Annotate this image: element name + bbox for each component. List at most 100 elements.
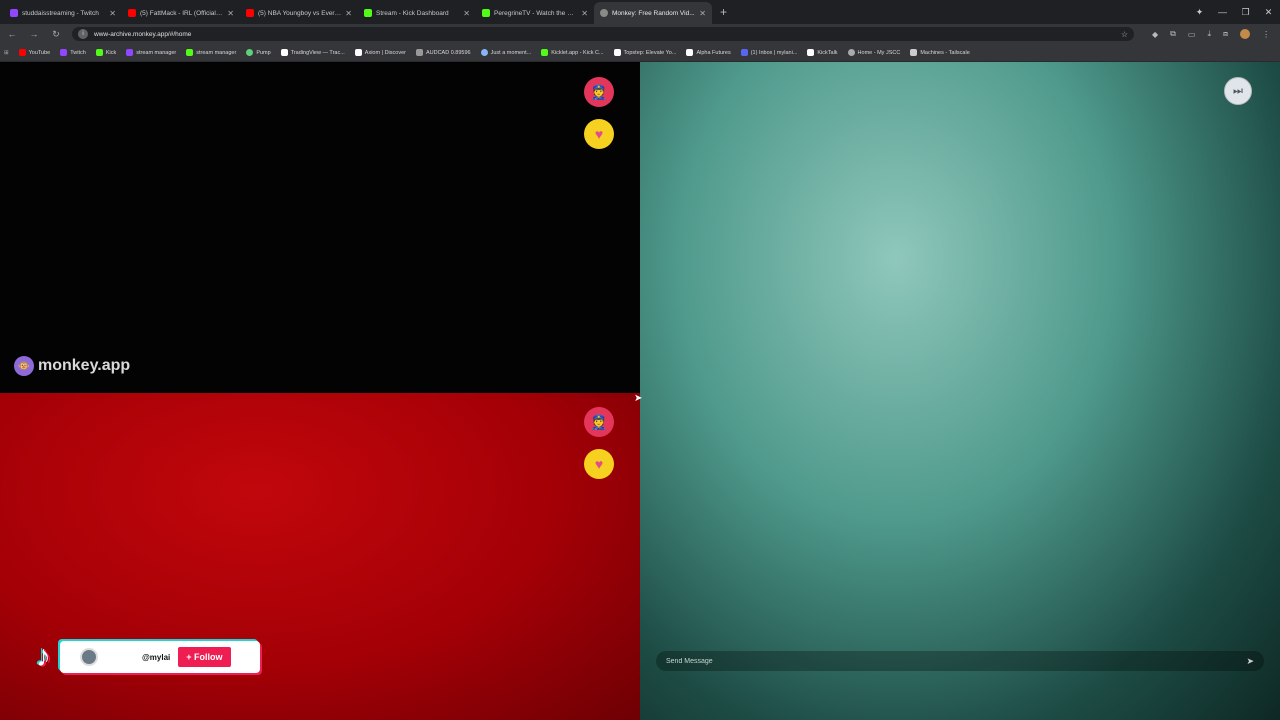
bookmark-item[interactable]: Topstep: Elevate Yo...: [613, 49, 676, 56]
axiom-icon: [354, 49, 362, 56]
bookmark-item[interactable]: Pump: [246, 49, 271, 56]
close-icon[interactable]: ✕: [109, 9, 116, 18]
avatar[interactable]: [1240, 29, 1251, 39]
tab-kick-dashboard[interactable]: Stream - Kick Dashboard ✕: [358, 2, 476, 24]
skip-next-icon: ⏭: [1233, 84, 1243, 97]
bookmark-item[interactable]: Axiom | Discover: [354, 49, 406, 56]
maximize-icon[interactable]: ❐: [1234, 7, 1257, 18]
message-bar: ➤: [656, 651, 1264, 671]
address-url[interactable]: www-archive.monkey.app/#/home: [94, 31, 1115, 38]
youtube-icon: [18, 49, 26, 56]
bookmark-item[interactable]: stream manager: [126, 49, 176, 56]
tab-search-icon[interactable]: ⧈: [1223, 29, 1228, 39]
bookmark-star-icon[interactable]: ☆: [1121, 30, 1128, 39]
bookmark-item[interactable]: Alpha Futures: [686, 49, 731, 56]
message-input[interactable]: [666, 657, 1247, 665]
forward-icon[interactable]: →: [28, 29, 40, 39]
avatar: [80, 648, 98, 666]
local-video-pane: ⏭ ➤: [640, 62, 1280, 720]
like-button[interactable]: ♥: [584, 119, 614, 149]
menu-icon[interactable]: ⋮: [1262, 30, 1270, 39]
close-window-icon[interactable]: ✕: [1257, 7, 1280, 18]
heart-icon: ♥: [594, 126, 604, 142]
tiktok-follow-card: @mylai + Follow: [60, 641, 260, 673]
bookmark-item[interactable]: (1) Inbox | mylani...: [740, 49, 797, 56]
tradingview-icon: [280, 49, 288, 56]
extension-icon[interactable]: ◆: [1152, 30, 1158, 39]
close-icon[interactable]: ✕: [463, 9, 470, 18]
bookmark-item[interactable]: stream manager: [186, 49, 236, 56]
close-icon[interactable]: ✕: [345, 9, 352, 18]
bookmark-item[interactable]: Twitch: [60, 49, 86, 56]
youtube-icon: [246, 9, 254, 17]
bookmark-item[interactable]: Kicklet.app - Kick C...: [541, 49, 604, 56]
tailscale-icon: [910, 49, 918, 56]
police-icon: 👮: [590, 413, 608, 430]
like-button[interactable]: ♥: [584, 449, 614, 479]
tiktok-follow-overlay: @mylai + Follow ♪: [36, 638, 262, 676]
close-icon[interactable]: ✕: [699, 9, 706, 18]
tab-twitch[interactable]: studdaisstreaming - Twitch ✕: [4, 2, 122, 24]
monkey-app-content: 👮 ♥ 🐵 monkey.app 👮 ♥ @mylai + Follow ♪ ⏭…: [0, 62, 1280, 720]
mail-icon: [740, 49, 748, 56]
kick-icon: [364, 9, 372, 17]
bookmark-item[interactable]: TradingView — Trac...: [280, 49, 345, 56]
close-icon[interactable]: ✕: [581, 9, 588, 18]
pill-icon: [246, 49, 254, 56]
report-button[interactable]: 👮: [584, 77, 614, 107]
globe-icon: [847, 49, 855, 56]
twitch-icon: [126, 49, 134, 56]
bookmark-item[interactable]: Home - My JSCC: [847, 49, 900, 56]
tiktok-handle: @mylai: [142, 652, 171, 662]
send-icon[interactable]: ➤: [1246, 656, 1254, 667]
new-tab-button[interactable]: +: [712, 2, 735, 24]
address-bar[interactable]: i www-archive.monkey.app/#/home ☆: [72, 27, 1134, 41]
apps-icon[interactable]: ⊞: [4, 50, 9, 56]
tab-youtube-fattmack[interactable]: (5) FattMack - IRL (Official Mu... ✕: [122, 2, 240, 24]
extensions-puzzle-icon[interactable]: ⧉: [1170, 29, 1176, 39]
sidepanel-icon[interactable]: ▭: [1188, 30, 1196, 39]
back-icon[interactable]: ←: [6, 29, 18, 39]
alpha-icon: [686, 49, 694, 56]
follow-button[interactable]: + Follow: [178, 647, 231, 667]
profile-menu-icon[interactable]: ✦: [1188, 7, 1211, 18]
tab-monkey[interactable]: Monkey: Free Random Vid... ✕: [594, 2, 712, 24]
twitch-icon: [60, 49, 68, 56]
kick-icon: [482, 9, 490, 17]
toolbar-icons: ◆ ⧉ ▭ ⤓ ⧈ ⋮: [1152, 29, 1270, 39]
skip-button[interactable]: ⏭: [1224, 77, 1252, 105]
bookmark-item[interactable]: Kick: [95, 49, 116, 56]
download-icon[interactable]: ⤓: [1207, 29, 1211, 39]
bookmark-item[interactable]: Machines - Tailscale: [910, 49, 970, 56]
reload-icon[interactable]: ↻: [50, 29, 62, 40]
window-controls: ✦ — ❐ ✕: [1188, 0, 1280, 24]
globe-icon: [480, 49, 488, 56]
bookmark-item[interactable]: AUDCAD 0.89596: [415, 49, 471, 56]
topstep-icon: [613, 49, 621, 56]
chart-icon: [415, 49, 423, 56]
police-icon: 👮: [590, 83, 608, 100]
report-button[interactable]: 👮: [584, 407, 614, 437]
kicklet-icon: [541, 49, 549, 56]
heart-icon: ♥: [594, 456, 604, 472]
monkey-icon: 🐵: [14, 356, 34, 376]
twitch-icon: [10, 9, 18, 17]
kicktalk-icon: [807, 49, 815, 56]
tab-youtube-nba[interactable]: (5) NBA Youngboy vs Everybod...✕: [240, 2, 358, 24]
remote-video-pane: 👮 ♥ 🐵 monkey.app: [0, 62, 640, 393]
bookmarks-bar: ⊞ YouTube Twitch Kick stream manager str…: [0, 44, 1280, 62]
kick-icon: [95, 49, 103, 56]
bookmark-item[interactable]: YouTube: [18, 49, 50, 56]
mouse-cursor-icon: ➤: [634, 393, 643, 404]
site-info-icon[interactable]: i: [78, 29, 88, 39]
bookmark-item[interactable]: KickTalk: [807, 49, 838, 56]
tab-peregrinetv[interactable]: PeregrineTV - Watch the VOD ...✕: [476, 2, 594, 24]
monkey-icon: [600, 9, 608, 17]
kick-icon: [186, 49, 194, 56]
close-icon[interactable]: ✕: [227, 9, 234, 18]
minimize-icon[interactable]: —: [1211, 7, 1234, 17]
bookmark-item[interactable]: Just a moment...: [480, 49, 531, 56]
browser-toolbar: ← → ↻ i www-archive.monkey.app/#/home ☆ …: [0, 24, 1280, 44]
monkey-app-logo: 🐵 monkey.app: [14, 356, 130, 376]
youtube-icon: [128, 9, 136, 17]
